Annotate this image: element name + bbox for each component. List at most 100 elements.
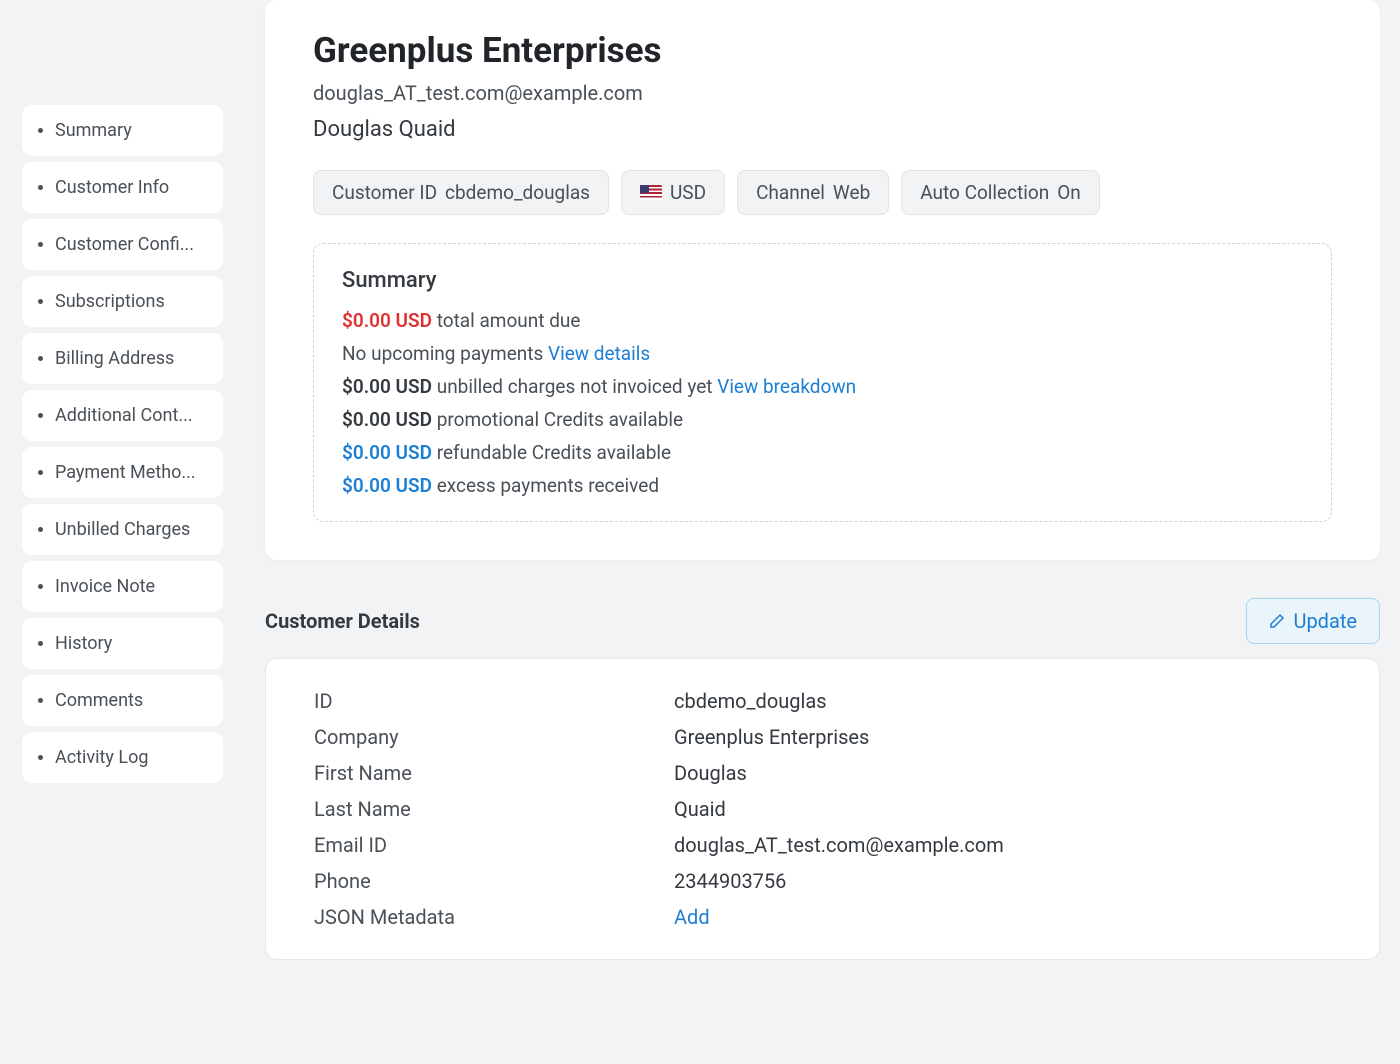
- amount: $0.00 USD: [342, 309, 432, 332]
- chip-auto-collection[interactable]: Auto Collection On: [901, 170, 1100, 215]
- main-content: Greenplus Enterprises douglas_AT_test.co…: [245, 0, 1400, 1064]
- pencil-icon: [1269, 613, 1285, 629]
- update-label: Update: [1293, 609, 1357, 633]
- sidebar-item-comments[interactable]: Comments: [22, 675, 223, 726]
- detail-label: Email ID: [314, 833, 674, 857]
- chip-channel[interactable]: Channel Web: [737, 170, 889, 215]
- sidebar-item-subscriptions[interactable]: Subscriptions: [22, 276, 223, 327]
- company-name: Greenplus Enterprises: [313, 30, 1332, 71]
- bullet-icon: [38, 185, 43, 190]
- text: No upcoming payments: [342, 342, 543, 365]
- detail-row-last-name: Last Name Quaid: [314, 797, 1331, 821]
- label: unbilled charges not invoiced yet: [437, 375, 713, 398]
- bullet-icon: [38, 299, 43, 304]
- detail-row-first-name: First Name Douglas: [314, 761, 1331, 785]
- customer-header-card: Greenplus Enterprises douglas_AT_test.co…: [265, 0, 1380, 560]
- summary-upcoming: No upcoming payments View details: [342, 342, 1303, 365]
- sidebar-item-billing-address[interactable]: Billing Address: [22, 333, 223, 384]
- sidebar-item-summary[interactable]: Summary: [22, 105, 223, 156]
- detail-value: cbdemo_douglas: [674, 689, 827, 713]
- sidebar-item-label: Customer Info: [55, 177, 169, 198]
- amount: $0.00 USD: [342, 408, 432, 431]
- sidebar-item-activity-log[interactable]: Activity Log: [22, 732, 223, 783]
- sidebar-item-label: Invoice Note: [55, 576, 155, 597]
- sidebar-item-label: History: [55, 633, 112, 654]
- detail-row-email: Email ID douglas_AT_test.com@example.com: [314, 833, 1331, 857]
- sidebar-item-label: Activity Log: [55, 747, 148, 768]
- us-flag-icon: [640, 185, 662, 200]
- bullet-icon: [38, 641, 43, 646]
- summary-excess: $0.00 USD excess payments received: [342, 474, 1303, 497]
- amount: $0.00 USD: [342, 441, 432, 464]
- detail-label: Phone: [314, 869, 674, 893]
- summary-title: Summary: [342, 268, 1303, 293]
- chip-label: Auto Collection: [920, 181, 1049, 204]
- sidebar-item-payment-methods[interactable]: Payment Metho...: [22, 447, 223, 498]
- details-header: Customer Details Update: [265, 598, 1380, 644]
- chip-label: Channel: [756, 181, 825, 204]
- bullet-icon: [38, 242, 43, 247]
- detail-value: douglas_AT_test.com@example.com: [674, 833, 1004, 857]
- chip-currency[interactable]: USD: [621, 170, 725, 215]
- chip-value: On: [1057, 181, 1081, 204]
- sidebar-item-label: Payment Metho...: [55, 462, 196, 483]
- bullet-icon: [38, 527, 43, 532]
- detail-label: First Name: [314, 761, 674, 785]
- customer-details-card: ID cbdemo_douglas Company Greenplus Ente…: [265, 658, 1380, 960]
- amount: $0.00 USD: [342, 375, 432, 398]
- sidebar-item-label: Additional Cont...: [55, 405, 193, 426]
- detail-value: 2344903756: [674, 869, 786, 893]
- detail-label: JSON Metadata: [314, 905, 674, 929]
- bullet-icon: [38, 755, 43, 760]
- detail-row-json-metadata: JSON Metadata Add: [314, 905, 1331, 929]
- add-metadata-link[interactable]: Add: [674, 905, 710, 929]
- sidebar-item-unbilled-charges[interactable]: Unbilled Charges: [22, 504, 223, 555]
- detail-row-id: ID cbdemo_douglas: [314, 689, 1331, 713]
- chip-label: Customer ID: [332, 181, 437, 204]
- sidebar: Summary Customer Info Customer Confi... …: [0, 0, 245, 1064]
- summary-unbilled: $0.00 USD unbilled charges not invoiced …: [342, 375, 1303, 398]
- sidebar-item-label: Billing Address: [55, 348, 174, 369]
- label: excess payments received: [437, 474, 659, 497]
- bullet-icon: [38, 413, 43, 418]
- update-button[interactable]: Update: [1246, 598, 1380, 644]
- detail-row-company: Company Greenplus Enterprises: [314, 725, 1331, 749]
- customer-name: Douglas Quaid: [313, 117, 1332, 142]
- sidebar-item-label: Subscriptions: [55, 291, 165, 312]
- view-details-link[interactable]: View details: [548, 342, 650, 365]
- sidebar-item-additional-contacts[interactable]: Additional Cont...: [22, 390, 223, 441]
- bullet-icon: [38, 356, 43, 361]
- bullet-icon: [38, 698, 43, 703]
- details-section-title: Customer Details: [265, 609, 420, 633]
- bullet-icon: [38, 470, 43, 475]
- customer-email: douglas_AT_test.com@example.com: [313, 81, 1332, 105]
- chip-value: cbdemo_douglas: [445, 181, 590, 204]
- chip-value: USD: [670, 181, 706, 204]
- summary-promotional: $0.00 USD promotional Credits available: [342, 408, 1303, 431]
- summary-refundable: $0.00 USD refundable Credits available: [342, 441, 1303, 464]
- sidebar-item-label: Comments: [55, 690, 143, 711]
- sidebar-item-customer-config[interactable]: Customer Confi...: [22, 219, 223, 270]
- bullet-icon: [38, 128, 43, 133]
- detail-row-phone: Phone 2344903756: [314, 869, 1331, 893]
- sidebar-item-customer-info[interactable]: Customer Info: [22, 162, 223, 213]
- view-breakdown-link[interactable]: View breakdown: [717, 375, 856, 398]
- detail-value: Quaid: [674, 797, 726, 821]
- sidebar-item-label: Summary: [55, 120, 132, 141]
- detail-label: ID: [314, 689, 674, 713]
- chip-customer-id[interactable]: Customer ID cbdemo_douglas: [313, 170, 609, 215]
- detail-value: Douglas: [674, 761, 747, 785]
- label: total amount due: [437, 309, 581, 332]
- chip-value: Web: [833, 181, 870, 204]
- detail-label: Company: [314, 725, 674, 749]
- detail-label: Last Name: [314, 797, 674, 821]
- bullet-icon: [38, 584, 43, 589]
- sidebar-item-label: Unbilled Charges: [55, 519, 190, 540]
- summary-total-due: $0.00 USD total amount due: [342, 309, 1303, 332]
- label: refundable Credits available: [437, 441, 671, 464]
- chips-row: Customer ID cbdemo_douglas USD Channel W…: [313, 170, 1332, 215]
- detail-value: Greenplus Enterprises: [674, 725, 869, 749]
- sidebar-item-invoice-note[interactable]: Invoice Note: [22, 561, 223, 612]
- sidebar-item-history[interactable]: History: [22, 618, 223, 669]
- summary-box: Summary $0.00 USD total amount due No up…: [313, 243, 1332, 522]
